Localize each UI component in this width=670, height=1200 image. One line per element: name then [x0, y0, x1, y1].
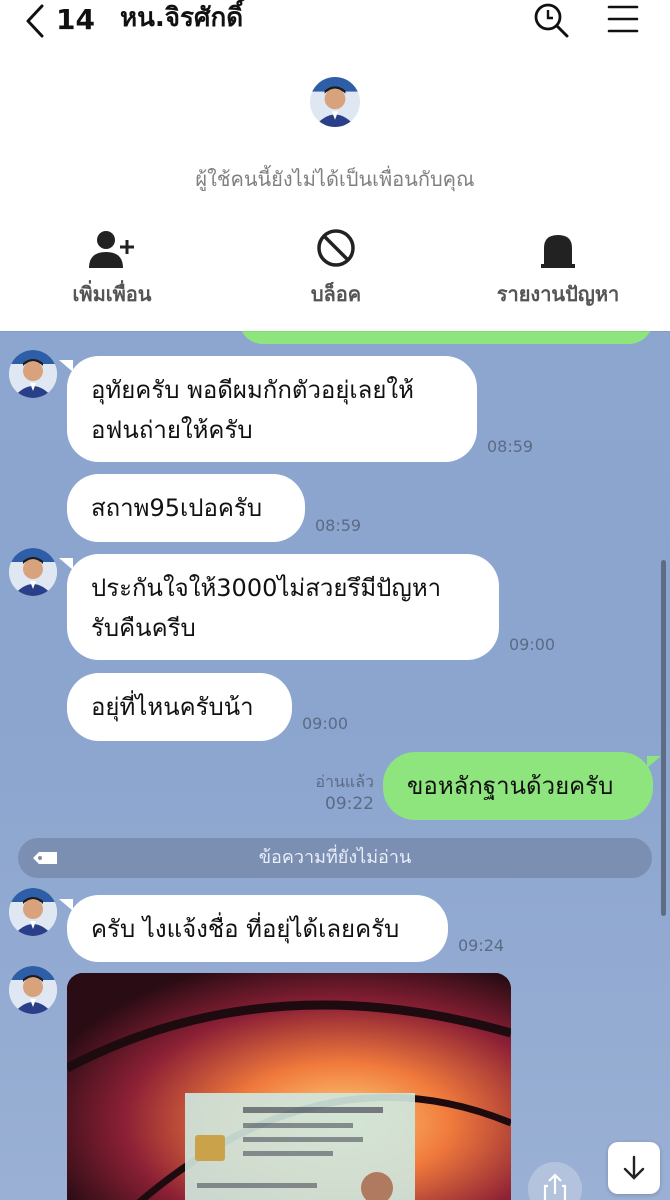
- scroll-to-bottom-button[interactable]: [608, 1142, 660, 1194]
- back-button[interactable]: 14: [24, 2, 120, 38]
- sender-avatar[interactable]: [9, 548, 57, 596]
- not-friend-notice: ผู้ใช้คนนี้ยังไม่ได้เป็นเพื่อนกับคุณ: [195, 167, 475, 191]
- block-icon: [317, 229, 355, 267]
- incoming-message[interactable]: สถาพ95เปอครับ: [67, 474, 305, 542]
- share-icon: [543, 1173, 567, 1200]
- incoming-message[interactable]: อยุ่ที่ไหนครับน้า: [67, 673, 292, 741]
- menu-button[interactable]: [606, 2, 640, 36]
- read-receipt: อ่านแล้ว 09:22: [306, 771, 374, 815]
- chat-header-panel: 14 หน.จิรศักดิ์ ผู้ใช้คนนี้ยังไม่ได้เป็น…: [0, 0, 670, 331]
- message-time: 09:00: [302, 714, 349, 733]
- report-button[interactable]: รายงานปัญหา: [473, 226, 643, 310]
- message-time: 09:24: [458, 936, 505, 955]
- incoming-message[interactable]: ประกันใจให้3000ไม่สวยรึมีปัญหา รับคืนครี…: [59, 554, 499, 660]
- report-icon: [541, 235, 575, 268]
- profile-avatar[interactable]: [310, 77, 360, 127]
- scrollbar[interactable]: [661, 560, 666, 916]
- incoming-message[interactable]: อุทัยครับ พอดีผมกักตัวอยุ่เลยให้ อฟนถ่าย…: [59, 356, 477, 462]
- arrow-down-icon: [623, 1155, 645, 1180]
- share-button[interactable]: [528, 1162, 582, 1200]
- unread-divider: ข้อความที่ยังไม่อ่าน: [18, 838, 652, 878]
- message-time: 08:59: [487, 437, 534, 456]
- unread-count: 14: [56, 3, 95, 36]
- outgoing-message[interactable]: ขอหลักฐานด้วยครับ: [383, 752, 661, 820]
- add-friend-button[interactable]: เพิ่มเพื่อน: [27, 226, 197, 310]
- block-button[interactable]: บล็อค: [251, 226, 421, 310]
- chat-title: หน.จิรศักดิ์: [120, 3, 244, 33]
- message-time: 09:00: [509, 635, 556, 654]
- tag-icon: [33, 852, 57, 864]
- search-icon: [534, 3, 569, 38]
- sender-avatar[interactable]: [9, 888, 57, 936]
- add-friend-label: เพิ่มเพื่อน: [72, 282, 152, 306]
- menu-icon: [607, 5, 639, 33]
- sender-avatar[interactable]: [9, 350, 57, 398]
- image-message[interactable]: [67, 973, 511, 1200]
- message-time: 09:22: [325, 794, 374, 814]
- message-time: 08:59: [315, 516, 362, 535]
- search-button[interactable]: [532, 1, 570, 39]
- sender-avatar[interactable]: [9, 966, 57, 1014]
- read-status: อ่านแล้ว: [315, 772, 374, 791]
- incoming-message[interactable]: ครับ ไงแจ้งชื่อ ที่อยุ่ได้เลยครับ: [59, 895, 448, 962]
- unread-divider-label: ข้อความที่ยังไม่อ่าน: [258, 847, 412, 868]
- block-label: บล็อค: [310, 282, 362, 306]
- add-friend-icon: [89, 231, 134, 268]
- report-label: รายงานปัญหา: [496, 282, 620, 306]
- chevron-left-icon: [26, 4, 44, 38]
